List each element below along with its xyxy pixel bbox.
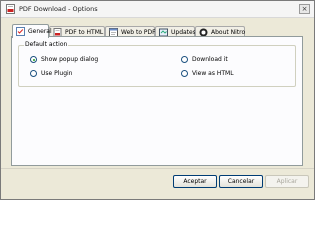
radio-button-icon: [181, 56, 188, 63]
general-tab-panel: Default action Show popup dialog Downloa…: [11, 36, 303, 166]
window-title: PDF Download - Options: [19, 5, 98, 13]
close-icon: ×: [301, 5, 308, 13]
radio-button-selected-icon: [30, 56, 37, 63]
tab-general-label: General: [28, 28, 52, 35]
tab-updates-label: Updates: [171, 29, 196, 36]
radio-button-icon: [181, 70, 188, 77]
radio-label: Show popup dialog: [41, 56, 99, 63]
title-bar[interactable]: PDF Download - Options ×: [1, 1, 314, 18]
apply-button[interactable]: Aplicar: [265, 175, 309, 188]
tab-about-nitro-label: About Nitro: [211, 29, 246, 36]
radio-label: Download it: [192, 56, 228, 63]
tab-pdf-to-html-label: PDF to HTML: [65, 29, 104, 36]
radio-label: Use Plugin: [41, 70, 73, 77]
footer-divider: [1, 168, 314, 169]
pdf-download-app-icon: [6, 4, 15, 14]
default-action-group: Default action Show popup dialog Downloa…: [18, 41, 296, 87]
tab-general[interactable]: General: [12, 24, 52, 38]
radio-button-icon: [30, 70, 37, 77]
accept-button[interactable]: Aceptar: [173, 175, 217, 188]
radio-label: View as HTML: [192, 70, 234, 77]
tab-web-to-pdf-label: Web to PDF: [121, 29, 156, 36]
options-dialog: PDF Download - Options × General PDF to …: [0, 0, 315, 200]
cancel-button[interactable]: Cancelar: [219, 175, 263, 188]
checklist-icon: [16, 27, 25, 36]
close-button[interactable]: ×: [299, 4, 310, 14]
group-label: Default action: [24, 41, 69, 48]
